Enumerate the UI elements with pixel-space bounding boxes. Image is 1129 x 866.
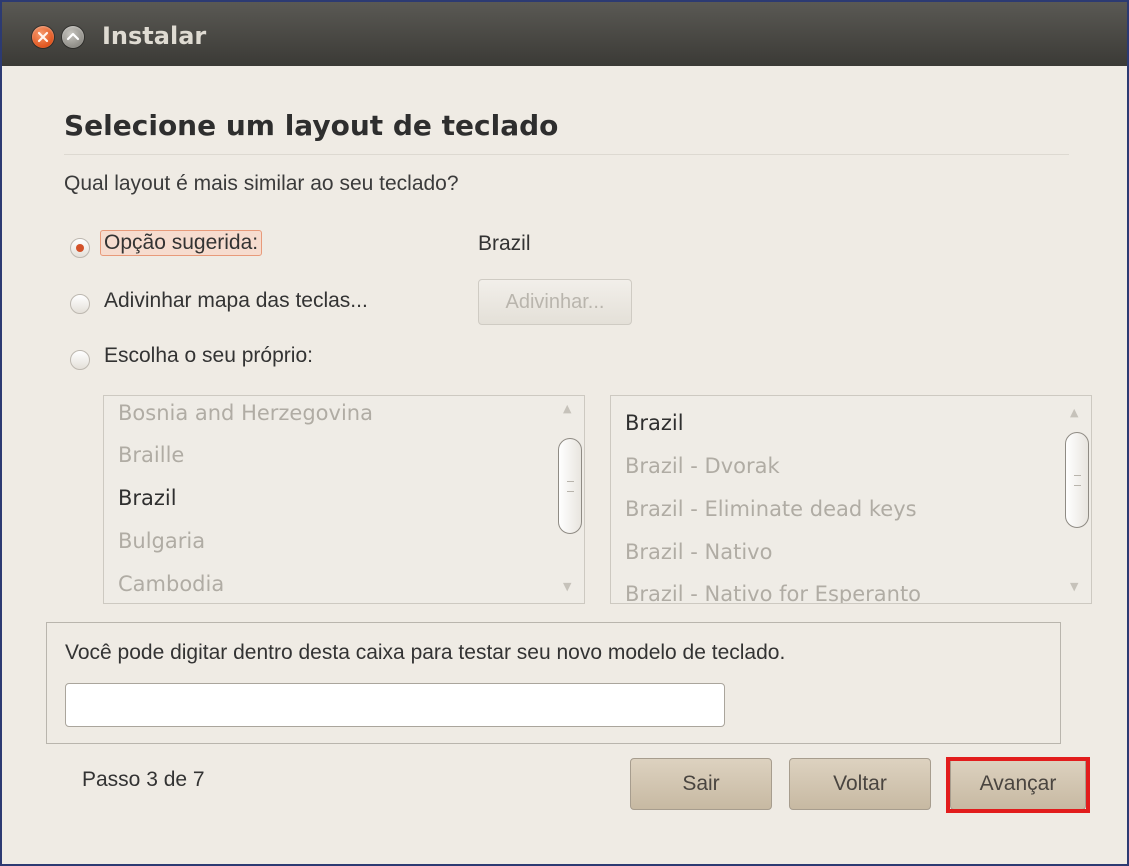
suggested-option-label[interactable]: Opção sugerida:	[100, 230, 263, 256]
back-button[interactable]: Voltar	[789, 758, 931, 810]
scroll-thumb[interactable]	[558, 438, 582, 534]
variant-list[interactable]: Brazil Brazil - Dvorak Brazil - Eliminat…	[610, 395, 1092, 604]
list-item[interactable]: Brazil - Dvorak	[625, 454, 780, 478]
scroll-up-icon[interactable]: ▲	[563, 402, 571, 415]
next-button-highlight	[946, 757, 1090, 813]
page-title: Selecione um layout de teclado	[64, 109, 559, 142]
list-item[interactable]: Bosnia and Herzegovina	[118, 401, 373, 425]
scroll-up-icon[interactable]: ▲	[1070, 406, 1078, 419]
guess-button[interactable]: Adivinhar...	[478, 279, 632, 325]
guess-option-label[interactable]: Adivinhar mapa das teclas...	[104, 289, 368, 313]
scroll-down-icon[interactable]: ▼	[1070, 580, 1078, 593]
suggested-layout-value: Brazil	[478, 232, 531, 255]
list-item[interactable]: Cambodia	[118, 572, 224, 596]
quit-button[interactable]: Sair	[630, 758, 772, 810]
heading-divider	[64, 154, 1069, 155]
scroll-thumb[interactable]	[1065, 432, 1089, 528]
title-bar: Instalar	[2, 2, 1127, 66]
country-list-scrollbar[interactable]: ▲ ▼	[554, 396, 584, 603]
close-icon[interactable]	[32, 26, 54, 48]
radio-choose[interactable]	[70, 350, 90, 370]
keyboard-test-frame: Você pode digitar dentro desta caixa par…	[46, 622, 1061, 744]
maximize-icon[interactable]	[62, 26, 84, 48]
radio-suggested[interactable]	[70, 238, 90, 258]
keyboard-test-input[interactable]	[65, 683, 725, 727]
list-item[interactable]: Brazil - Nativo	[625, 540, 772, 564]
radio-guess[interactable]	[70, 294, 90, 314]
step-indicator: Passo 3 de 7	[82, 768, 205, 791]
installer-window: Instalar Selecione um layout de teclado …	[0, 0, 1129, 866]
list-item[interactable]: Brazil	[118, 486, 177, 510]
list-item[interactable]: Brazil	[625, 411, 684, 435]
window-title: Instalar	[102, 22, 207, 50]
scroll-down-icon[interactable]: ▼	[563, 580, 571, 593]
variant-list-scrollbar[interactable]: ▲ ▼	[1061, 396, 1091, 603]
list-item[interactable]: Bulgaria	[118, 529, 205, 553]
keyboard-test-label: Você pode digitar dentro desta caixa par…	[65, 641, 786, 664]
list-item[interactable]: Brazil - Nativo for Esperanto	[625, 582, 921, 603]
country-list[interactable]: Bosnia and Herzegovina Braille Brazil Bu…	[103, 395, 585, 604]
question-text: Qual layout é mais similar ao seu teclad…	[64, 172, 459, 195]
choose-option-label[interactable]: Escolha o seu próprio:	[104, 344, 313, 368]
list-item[interactable]: Brazil - Eliminate dead keys	[625, 497, 917, 521]
list-item[interactable]: Braille	[118, 443, 184, 467]
